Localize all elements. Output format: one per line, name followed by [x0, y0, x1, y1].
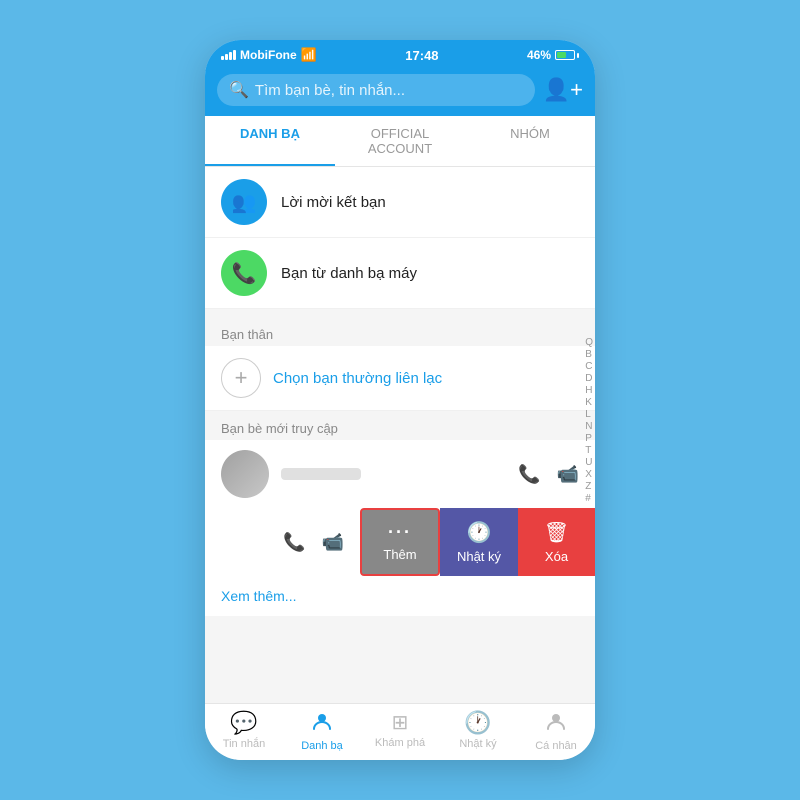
person-add-icon: 👤+: [543, 77, 583, 103]
tabs-bar: DANH BẠ OFFICIAL ACCOUNT NHÓM: [205, 116, 595, 167]
friend-2-actions: 📞 📹: [283, 532, 344, 553]
call-icon-2[interactable]: 📞: [283, 532, 305, 553]
video-icon-1[interactable]: 📹: [557, 464, 579, 485]
call-icon-1[interactable]: 📞: [518, 464, 540, 485]
index-Q[interactable]: Q: [585, 337, 593, 348]
search-input[interactable]: [255, 82, 523, 99]
swipe-actions-container: ··· Thêm 🕐 Nhật ký 🗑 Xóa: [360, 508, 595, 576]
index-N[interactable]: N: [585, 421, 593, 432]
search-icon: 🔍: [229, 80, 249, 100]
ban-be-moi-section: Bạn bè mới truy cập 📞 📹: [205, 411, 595, 576]
contacts-icon: [311, 710, 333, 738]
index-L[interactable]: L: [585, 409, 593, 420]
video-icon-2[interactable]: 📹: [322, 532, 344, 553]
nav-danh-ba[interactable]: Danh bạ: [283, 710, 361, 752]
tab-official-account[interactable]: OFFICIAL ACCOUNT: [335, 116, 465, 166]
loi-moi-icon: 👥: [221, 179, 267, 225]
nav-kham-pha-label: Khám phá: [375, 737, 425, 749]
nav-tin-nhan-label: Tin nhắn: [223, 738, 265, 750]
carrier-label: MobiFone: [240, 48, 297, 62]
add-friend-button[interactable]: 👤+: [543, 77, 583, 103]
index-U[interactable]: U: [585, 457, 593, 468]
nav-tin-nhan[interactable]: 💬 Tin nhắn: [205, 710, 283, 752]
friend-1-name: [281, 468, 361, 480]
index-K[interactable]: K: [585, 397, 593, 408]
them-dots-icon: ···: [388, 522, 412, 543]
index-B[interactable]: B: [585, 349, 593, 360]
tab-nhom[interactable]: NHÓM: [465, 116, 595, 166]
friend-1-avatar: [221, 450, 269, 498]
time-display: 17:48: [405, 48, 438, 63]
index-X[interactable]: X: [585, 469, 593, 480]
ban-tu-danh-ba-item[interactable]: 📞 Bạn từ danh bạ máy: [205, 238, 595, 309]
them-label: Thêm: [383, 547, 416, 562]
add-frequent-label: Chọn bạn thường liên lạc: [273, 370, 442, 387]
xoa-trash-icon: 🗑: [544, 520, 569, 545]
explore-icon: ⊞: [392, 710, 409, 735]
battery-icon: [555, 50, 579, 60]
friend-row-2-wrapper: 📞 📹 ··· Thêm 🕐 Nhật ký: [205, 508, 595, 576]
ban-be-moi-header: Bạn bè mới truy cập: [205, 411, 595, 440]
battery-percentage: 46%: [527, 48, 551, 62]
nhatky-button[interactable]: 🕐 Nhật ký: [440, 508, 518, 576]
signal-bars-icon: [221, 50, 236, 60]
index-P[interactable]: P: [585, 433, 593, 444]
index-hash[interactable]: #: [585, 493, 593, 504]
wifi-icon: 📶: [301, 47, 317, 63]
xoa-label: Xóa: [545, 549, 568, 564]
phone-frame: MobiFone 📶 17:48 46% 🔍 👤+ DANH BẠ OFFICI…: [205, 40, 595, 760]
tab-danh-ba[interactable]: DANH BẠ: [205, 116, 335, 166]
status-left: MobiFone 📶: [221, 47, 317, 63]
status-right: 46%: [527, 48, 579, 62]
bottom-nav: 💬 Tin nhắn Danh bạ ⊞ Khám phá 🕐 Nhật ký: [205, 703, 595, 760]
quick-contacts-section: 👥 Lời mời kết bạn 📞 Bạn từ danh bạ máy: [205, 167, 595, 309]
xoa-button[interactable]: 🗑 Xóa: [518, 508, 595, 576]
friend-2-row-container: 📞 📹 ··· Thêm 🕐 Nhật ký: [205, 508, 595, 576]
nhatky-label: Nhật ký: [457, 549, 501, 564]
search-bar: 🔍 👤+: [205, 68, 595, 116]
nav-nhat-ky[interactable]: 🕐 Nhật ký: [439, 710, 517, 752]
main-content: 👥 Lời mời kết bạn 📞 Bạn từ danh bạ máy B…: [205, 167, 595, 703]
nav-danh-ba-label: Danh bạ: [301, 740, 343, 752]
friend-1-info: [281, 468, 506, 480]
see-more-link[interactable]: Xem thêm...: [205, 576, 595, 616]
friend-2-info: [205, 536, 271, 548]
search-input-wrapper[interactable]: 🔍: [217, 74, 535, 106]
index-Z[interactable]: Z: [585, 481, 593, 492]
friend-row-2[interactable]: 📞 📹: [205, 508, 360, 576]
friend-row-1[interactable]: 📞 📹: [205, 440, 595, 508]
friend-row-1-wrapper: 📞 📹: [205, 440, 595, 508]
ban-than-header: Bạn thân: [205, 317, 595, 346]
nav-ca-nhan[interactable]: Cá nhân: [517, 710, 595, 752]
them-button[interactable]: ··· Thêm: [360, 508, 440, 576]
danh-ba-label: Bạn từ danh bạ máy: [281, 265, 417, 282]
loi-moi-label: Lời mời kết bạn: [281, 194, 386, 211]
nav-nhat-ky-label: Nhật ký: [459, 738, 496, 750]
nav-kham-pha[interactable]: ⊞ Khám phá: [361, 710, 439, 752]
friend-1-actions: 📞 📹: [518, 464, 579, 485]
profile-icon: [545, 710, 567, 738]
index-sidebar: Q B C D H K L N P T U X Z #: [585, 337, 593, 504]
journal-icon: 🕐: [464, 710, 491, 736]
index-C[interactable]: C: [585, 361, 593, 372]
status-bar: MobiFone 📶 17:48 46%: [205, 40, 595, 68]
add-circle-icon: +: [221, 358, 261, 398]
index-D[interactable]: D: [585, 373, 593, 384]
ban-than-section: Bạn thân + Chọn bạn thường liên lạc: [205, 317, 595, 411]
add-frequent-item[interactable]: + Chọn bạn thường liên lạc: [205, 346, 595, 411]
danh-ba-icon: 📞: [221, 250, 267, 296]
loi-moi-ket-ban-item[interactable]: 👥 Lời mời kết bạn: [205, 167, 595, 238]
index-T[interactable]: T: [585, 445, 593, 456]
nhatky-clock-icon: 🕐: [467, 520, 492, 545]
index-H[interactable]: H: [585, 385, 593, 396]
nav-ca-nhan-label: Cá nhân: [535, 740, 577, 752]
message-icon: 💬: [230, 710, 257, 736]
